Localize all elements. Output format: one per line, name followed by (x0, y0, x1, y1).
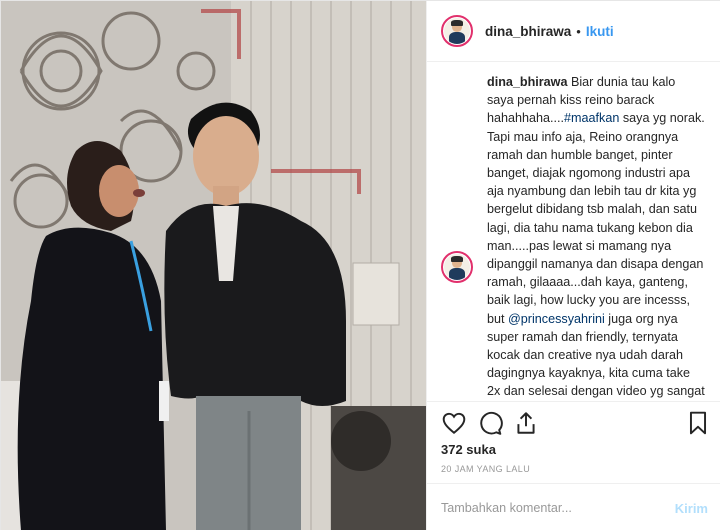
avatar-shirt (448, 31, 466, 44)
hashtag-link[interactable]: #maafkan (564, 111, 619, 125)
post-sidebar: dina_bhirawa • Ikuti dina_bhirawa Biar d… (426, 1, 720, 530)
avatar-image (444, 18, 470, 44)
caption-area: dina_bhirawa Biar dunia tau kalo saya pe… (427, 63, 720, 401)
comment-icon[interactable] (477, 410, 503, 436)
bookmark-icon[interactable] (685, 410, 711, 436)
heart-icon[interactable] (441, 410, 467, 436)
avatar-cap (450, 256, 464, 262)
caption-avatar-column (441, 73, 487, 401)
comment-input[interactable] (441, 501, 675, 515)
comment-form: Kirim (427, 483, 720, 530)
caption-text: dina_bhirawa Biar dunia tau kalo saya pe… (487, 73, 705, 401)
post-timestamp[interactable]: 20 JAM YANG LALU (441, 464, 530, 474)
avatar-image (444, 254, 470, 280)
user-avatar[interactable] (441, 15, 473, 47)
share-icon[interactable] (513, 410, 539, 436)
likes-count[interactable]: 372 suka (441, 442, 496, 457)
caption-username[interactable]: dina_bhirawa (487, 75, 567, 89)
instagram-post: dina_bhirawa • Ikuti dina_bhirawa Biar d… (0, 0, 720, 530)
header-separator: • (576, 23, 581, 39)
photo-illustration (1, 1, 426, 530)
mention-link[interactable]: @princessyahrini (508, 312, 605, 326)
caption-row: dina_bhirawa Biar dunia tau kalo saya pe… (441, 73, 708, 401)
follow-button[interactable]: Ikuti (586, 24, 614, 39)
caption-body-2: saya yg norak. Tapi mau info aja, Reino … (487, 111, 705, 326)
send-comment-button[interactable]: Kirim (675, 501, 708, 516)
post-photo[interactable] (1, 1, 426, 530)
action-icons (441, 410, 711, 438)
post-header: dina_bhirawa • Ikuti (427, 1, 720, 62)
header-username[interactable]: dina_bhirawa (485, 24, 571, 39)
post-actions: 372 suka 20 JAM YANG LALU Kirim (427, 401, 720, 530)
avatar-shirt (448, 267, 466, 280)
avatar-cap (450, 20, 464, 26)
caption-avatar[interactable] (441, 251, 473, 283)
